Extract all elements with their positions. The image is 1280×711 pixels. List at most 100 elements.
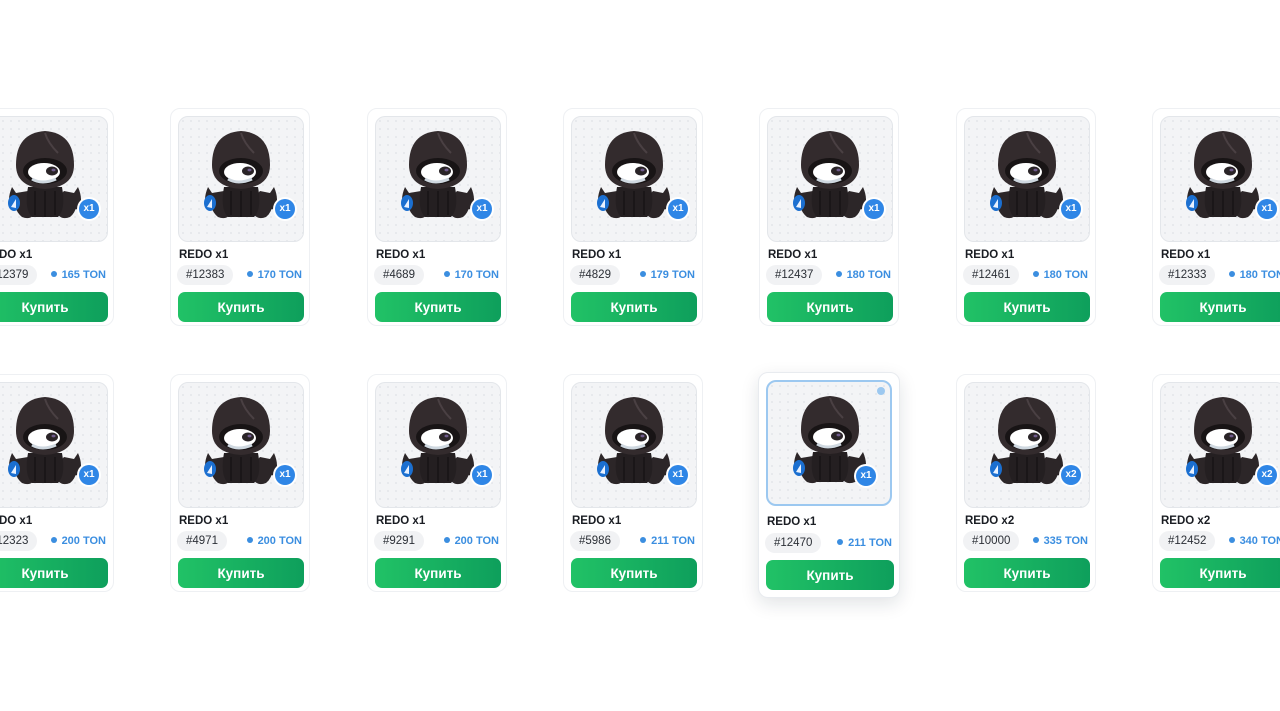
price-value: 165 TON xyxy=(61,269,106,281)
nft-card[interactable]: x2 REDO x2 #12452 340 TON Купить xyxy=(1152,374,1280,592)
price: 170 TON xyxy=(246,269,302,281)
ton-icon xyxy=(1228,271,1235,277)
serial-number: #4829 xyxy=(570,265,620,285)
selection-corner-icon xyxy=(877,387,885,395)
price: 165 TON xyxy=(50,269,106,281)
nft-card[interactable]: x1 REDO x1 #12323 200 TON Купить xyxy=(0,374,114,592)
price-value: 211 TON xyxy=(848,537,892,549)
price-value: 170 TON xyxy=(257,269,302,281)
nft-card[interactable]: x1 REDO x1 #12333 180 TON Купить xyxy=(1152,108,1280,326)
nft-card[interactable]: x1 REDO x1 #12461 180 TON Купить xyxy=(956,108,1096,326)
buy-button[interactable]: Купить xyxy=(964,558,1090,588)
buy-button[interactable]: Купить xyxy=(766,560,894,590)
quantity-badge: x1 xyxy=(472,465,492,485)
serial-number: #12461 xyxy=(963,265,1020,285)
nft-card[interactable]: x1 REDO x1 #5986 211 TON Купить xyxy=(563,374,703,592)
serial-number: #12437 xyxy=(766,265,823,285)
price: 211 TON xyxy=(640,535,695,547)
item-title: REDO x1 xyxy=(376,515,426,527)
nft-card[interactable]: x1 REDO x1 #9291 200 TON Купить xyxy=(367,374,507,592)
nft-card[interactable]: x1 REDO x1 #12379 165 TON Купить xyxy=(0,108,114,326)
quantity-badge: x2 xyxy=(1257,465,1277,485)
quantity-badge: x1 xyxy=(275,465,295,485)
price-value: 340 TON xyxy=(1239,535,1280,547)
item-image[interactable]: x1 xyxy=(178,382,304,508)
buy-button[interactable]: Купить xyxy=(964,292,1090,322)
item-image[interactable]: x1 xyxy=(375,116,501,242)
buy-button[interactable]: Купить xyxy=(1160,558,1280,588)
price: 200 TON xyxy=(246,535,302,547)
quantity-badge: x1 xyxy=(275,199,295,219)
buy-button[interactable]: Купить xyxy=(767,292,893,322)
quantity-badge: x1 xyxy=(1257,199,1277,219)
price: 179 TON xyxy=(639,269,695,281)
serial-number: #12379 xyxy=(0,265,38,285)
item-title: REDO x2 xyxy=(965,515,1015,527)
item-title: REDO x1 xyxy=(0,515,33,527)
ton-icon xyxy=(246,537,253,543)
nft-card[interactable]: x1 REDO x1 #12470 211 TON Купить xyxy=(758,372,900,598)
quantity-badge: x1 xyxy=(864,199,884,219)
item-title: REDO x1 xyxy=(767,516,817,528)
serial-number: #12470 xyxy=(765,533,822,553)
buy-button[interactable]: Купить xyxy=(571,558,697,588)
marketplace-grid: x1 REDO x1 #12379 165 TON Купить x1 REDO… xyxy=(0,0,1280,711)
buy-button[interactable]: Купить xyxy=(0,558,108,588)
item-image[interactable]: x1 xyxy=(178,116,304,242)
item-image[interactable]: x1 xyxy=(766,380,892,506)
price-value: 179 TON xyxy=(650,269,695,281)
nft-card[interactable]: x1 REDO x1 #4971 200 TON Купить xyxy=(170,374,310,592)
price-value: 335 TON xyxy=(1043,535,1088,547)
quantity-badge: x1 xyxy=(1061,199,1081,219)
item-image[interactable]: x1 xyxy=(0,116,108,242)
serial-number: #5986 xyxy=(570,531,620,551)
nft-card[interactable]: x1 REDO x1 #12437 180 TON Купить xyxy=(759,108,899,326)
price: 335 TON xyxy=(1032,535,1088,547)
ton-icon xyxy=(640,537,647,543)
nft-card[interactable]: x1 REDO x1 #12383 170 TON Купить xyxy=(170,108,310,326)
buy-button[interactable]: Купить xyxy=(571,292,697,322)
price-value: 200 TON xyxy=(257,535,302,547)
item-title: REDO x1 xyxy=(572,515,622,527)
item-image[interactable]: x1 xyxy=(375,382,501,508)
buy-button[interactable]: Купить xyxy=(0,292,108,322)
ton-icon xyxy=(639,271,646,277)
quantity-badge: x1 xyxy=(668,199,688,219)
item-image[interactable]: x1 xyxy=(964,116,1090,242)
item-image[interactable]: x1 xyxy=(1160,116,1280,242)
price: 180 TON xyxy=(1228,269,1280,281)
serial-number: #10000 xyxy=(963,531,1020,551)
buy-button[interactable]: Купить xyxy=(375,292,501,322)
buy-button[interactable]: Купить xyxy=(1160,292,1280,322)
item-title: REDO x1 xyxy=(179,515,229,527)
item-image[interactable]: x2 xyxy=(964,382,1090,508)
quantity-badge: x1 xyxy=(79,199,99,219)
item-image[interactable]: x1 xyxy=(767,116,893,242)
nft-card[interactable]: x1 REDO x1 #4689 170 TON Купить xyxy=(367,108,507,326)
nft-card[interactable]: x2 REDO x2 #10000 335 TON Купить xyxy=(956,374,1096,592)
serial-number: #4689 xyxy=(374,265,424,285)
serial-number: #12333 xyxy=(1159,265,1216,285)
buy-button[interactable]: Купить xyxy=(178,292,304,322)
item-title: REDO x1 xyxy=(0,249,33,261)
price: 211 TON xyxy=(837,537,892,549)
serial-number: #12383 xyxy=(177,265,234,285)
buy-button[interactable]: Купить xyxy=(178,558,304,588)
item-title: REDO x1 xyxy=(768,249,818,261)
item-image[interactable]: x1 xyxy=(571,382,697,508)
item-image[interactable]: x2 xyxy=(1160,382,1280,508)
price: 200 TON xyxy=(443,535,499,547)
price-value: 200 TON xyxy=(454,535,499,547)
item-image[interactable]: x1 xyxy=(571,116,697,242)
item-image[interactable]: x1 xyxy=(0,382,108,508)
price: 180 TON xyxy=(1032,269,1088,281)
item-title: REDO x1 xyxy=(376,249,426,261)
price: 200 TON xyxy=(50,535,106,547)
item-title: REDO x2 xyxy=(1161,515,1211,527)
price-value: 180 TON xyxy=(1239,269,1280,281)
nft-card[interactable]: x1 REDO x1 #4829 179 TON Купить xyxy=(563,108,703,326)
price: 180 TON xyxy=(835,269,891,281)
buy-button[interactable]: Купить xyxy=(375,558,501,588)
ton-icon xyxy=(837,539,844,545)
price-value: 180 TON xyxy=(846,269,891,281)
